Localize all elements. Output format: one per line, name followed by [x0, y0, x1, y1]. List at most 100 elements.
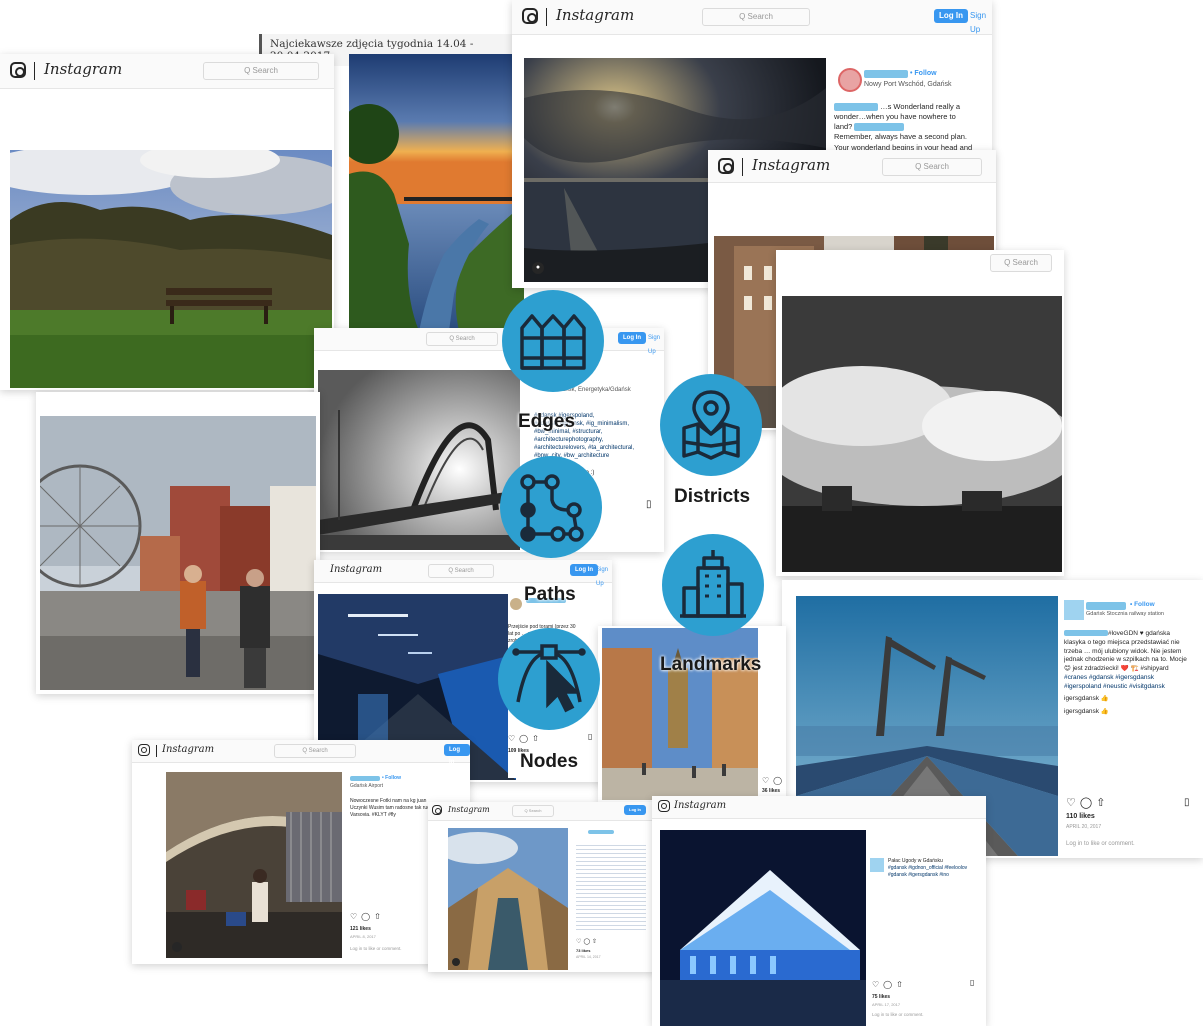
- follow-button[interactable]: • Follow: [910, 69, 937, 78]
- login-comment-link[interactable]: Log in to like or comment.: [872, 1012, 924, 1018]
- instagram-glyph-icon: [658, 800, 670, 812]
- post-side-panel: Pałac Ugody w Gdańsku #gdansk #igdnon_of…: [870, 856, 982, 1026]
- username-redacted: [588, 830, 614, 834]
- caption: …s Wonderland really a wonder…when you h…: [834, 102, 984, 153]
- avatar: [870, 858, 884, 872]
- caption-line: klasyka o tego miejsca przedstawiać nie: [1064, 638, 1180, 646]
- instagram-wordmark: Instagram: [448, 805, 490, 814]
- top-bar: Instagram: [652, 796, 986, 819]
- glass-building-photo: [448, 828, 568, 970]
- search-input[interactable]: Q Search: [274, 744, 356, 758]
- post-card-glass: Instagram Q Search Log In ♡◯⇧ 73 likes A…: [428, 802, 656, 972]
- signup-link[interactable]: Sign Up: [648, 331, 664, 359]
- search-input[interactable]: Q Search: [990, 254, 1052, 272]
- paths-icon: [500, 456, 602, 558]
- districts-label: Districts: [674, 486, 751, 507]
- bookmark-icon[interactable]: ▯: [646, 498, 652, 512]
- search-input[interactable]: Q Search: [702, 8, 810, 26]
- post-date: APRIL 20, 2017: [1066, 824, 1102, 830]
- caption-line: #architecturelovers, #ta_architectural,: [534, 445, 635, 452]
- caption-line: wonder…when you have nowhere to: [834, 112, 956, 122]
- search-input[interactable]: Q Search: [426, 332, 498, 346]
- post-date: APRIL 8, 2017: [350, 934, 376, 939]
- airport-photo: [166, 772, 342, 958]
- location-link[interactable]: Gdańsk Stocznia railway station: [1086, 611, 1164, 618]
- caption-line: #gdansk #igersgdansk #ino: [888, 871, 949, 878]
- action-icons[interactable]: ♡◯⇧: [350, 912, 385, 923]
- like-count: 121 likes: [350, 926, 371, 932]
- bookmark-icon[interactable]: ▯: [588, 732, 592, 743]
- separator: [742, 158, 743, 176]
- post-card-stadium: Instagram Pałac Ugody w Gdańsku #gdansk …: [652, 796, 986, 1026]
- bookmark-icon[interactable]: ▯: [970, 978, 974, 989]
- paths-label: Paths: [524, 584, 576, 605]
- post-side-panel: ♡◯⇧ 73 likes APRIL 14, 2017: [574, 828, 654, 970]
- caption-line: …s Wonderland really a: [880, 102, 960, 111]
- action-icons[interactable]: ♡◯⇧: [576, 938, 599, 946]
- top-bar: Instagram Q Search: [0, 54, 334, 89]
- search-input[interactable]: Q Search: [428, 564, 494, 578]
- action-icons[interactable]: ♡◯⇧: [872, 980, 907, 991]
- post-date: APRIL 17, 2017: [872, 1002, 901, 1007]
- comment: igersgdansk 👍: [1064, 695, 1109, 703]
- avatar: [510, 598, 522, 610]
- action-icons[interactable]: ♡◯⇧: [508, 734, 543, 745]
- caption-line: #cranes #gdansk #igersgdansk: [1064, 673, 1154, 681]
- comment: igersgdansk 👍: [1064, 708, 1109, 716]
- instagram-glyph-icon: [432, 805, 442, 815]
- caption-line: #architecturephotography,: [534, 437, 604, 444]
- caption-line: land?: [834, 122, 984, 132]
- search-input[interactable]: Q Search: [203, 62, 319, 80]
- location-link[interactable]: Nowy Port Wschód, Gdańsk: [864, 80, 952, 89]
- signup-link[interactable]: Sign Up: [970, 9, 992, 37]
- login-comment-link[interactable]: Log in to like or comment.: [1066, 840, 1135, 848]
- follow-button[interactable]: • Follow: [382, 775, 401, 782]
- top-bar: Instagram Q Search Log In: [428, 802, 656, 821]
- top-bar: Q Search Log In Sign Up: [314, 328, 664, 355]
- action-icons[interactable]: ♡◯⇧: [1066, 796, 1109, 811]
- username-redacted: [864, 70, 908, 78]
- bridge-photo: [318, 370, 520, 550]
- post-card-street: ♡◯ 36 likes: [598, 626, 786, 802]
- top-bar: Instagram Q Search Log In Sign Up: [512, 0, 992, 35]
- search-input[interactable]: Q Search: [512, 805, 554, 817]
- search-input[interactable]: Q Search: [882, 158, 982, 176]
- top-bar: Instagram Q Search Log In: [132, 740, 470, 765]
- pier-photo: [349, 54, 524, 331]
- caption-line: Pałac Ugody w Gdańsku: [888, 858, 943, 864]
- ferris-wheel-photo-card: [36, 392, 320, 694]
- caption-line: Remember, always have a second plan.: [834, 132, 967, 142]
- nodes-label: Nodes: [520, 751, 579, 772]
- post-card-bridge: Q Search Log In Sign Up Gdańsk, Energety…: [314, 328, 664, 552]
- username-redacted: [350, 776, 380, 781]
- bw-clouds-photo: [782, 296, 1062, 572]
- bookmark-icon[interactable]: ▯: [1184, 796, 1190, 810]
- login-button[interactable]: Log In: [624, 805, 646, 815]
- ferris-wheel-photo: [40, 416, 316, 690]
- login-button[interactable]: Log In: [570, 564, 598, 576]
- action-icons[interactable]: ♡◯: [762, 776, 786, 785]
- districts-icon: [660, 374, 762, 476]
- login-button[interactable]: Log In: [934, 9, 968, 23]
- login-button[interactable]: Log In: [444, 744, 470, 765]
- instagram-wordmark: Instagram: [330, 564, 383, 575]
- instagram-glyph-icon: [718, 158, 734, 174]
- follow-button[interactable]: • Follow: [1130, 601, 1155, 610]
- stadium-photo: [660, 830, 866, 1026]
- caption-block: [576, 842, 646, 932]
- like-count: 36 likes: [762, 788, 781, 794]
- caption-line: #igerspoland #neustic #visitgdansk: [1064, 682, 1165, 690]
- instagram-wordmark: Instagram: [44, 60, 123, 78]
- location-link[interactable]: Gdańsk Airport: [350, 783, 383, 790]
- caption-line: trzeba … mój ulubiony widok. Nie jestem: [1064, 647, 1182, 655]
- signup-link[interactable]: Sign Up: [596, 563, 612, 591]
- post-card-airport: Instagram Q Search Log In • Follow Gdańs…: [132, 740, 470, 964]
- user-tag-icon: [452, 958, 460, 966]
- username-redacted: [1086, 602, 1126, 610]
- login-button[interactable]: Log In: [618, 332, 646, 344]
- instagram-wordmark: Instagram: [752, 156, 831, 174]
- login-comment-link[interactable]: Log in to like or comment.: [350, 946, 402, 952]
- like-count: 73 likes: [576, 948, 591, 953]
- top-bar: Instagram Q Search Log In Sign Up: [314, 560, 612, 587]
- caption-line: jednak chodzenie w szpilkach na to. Mocj…: [1064, 656, 1187, 664]
